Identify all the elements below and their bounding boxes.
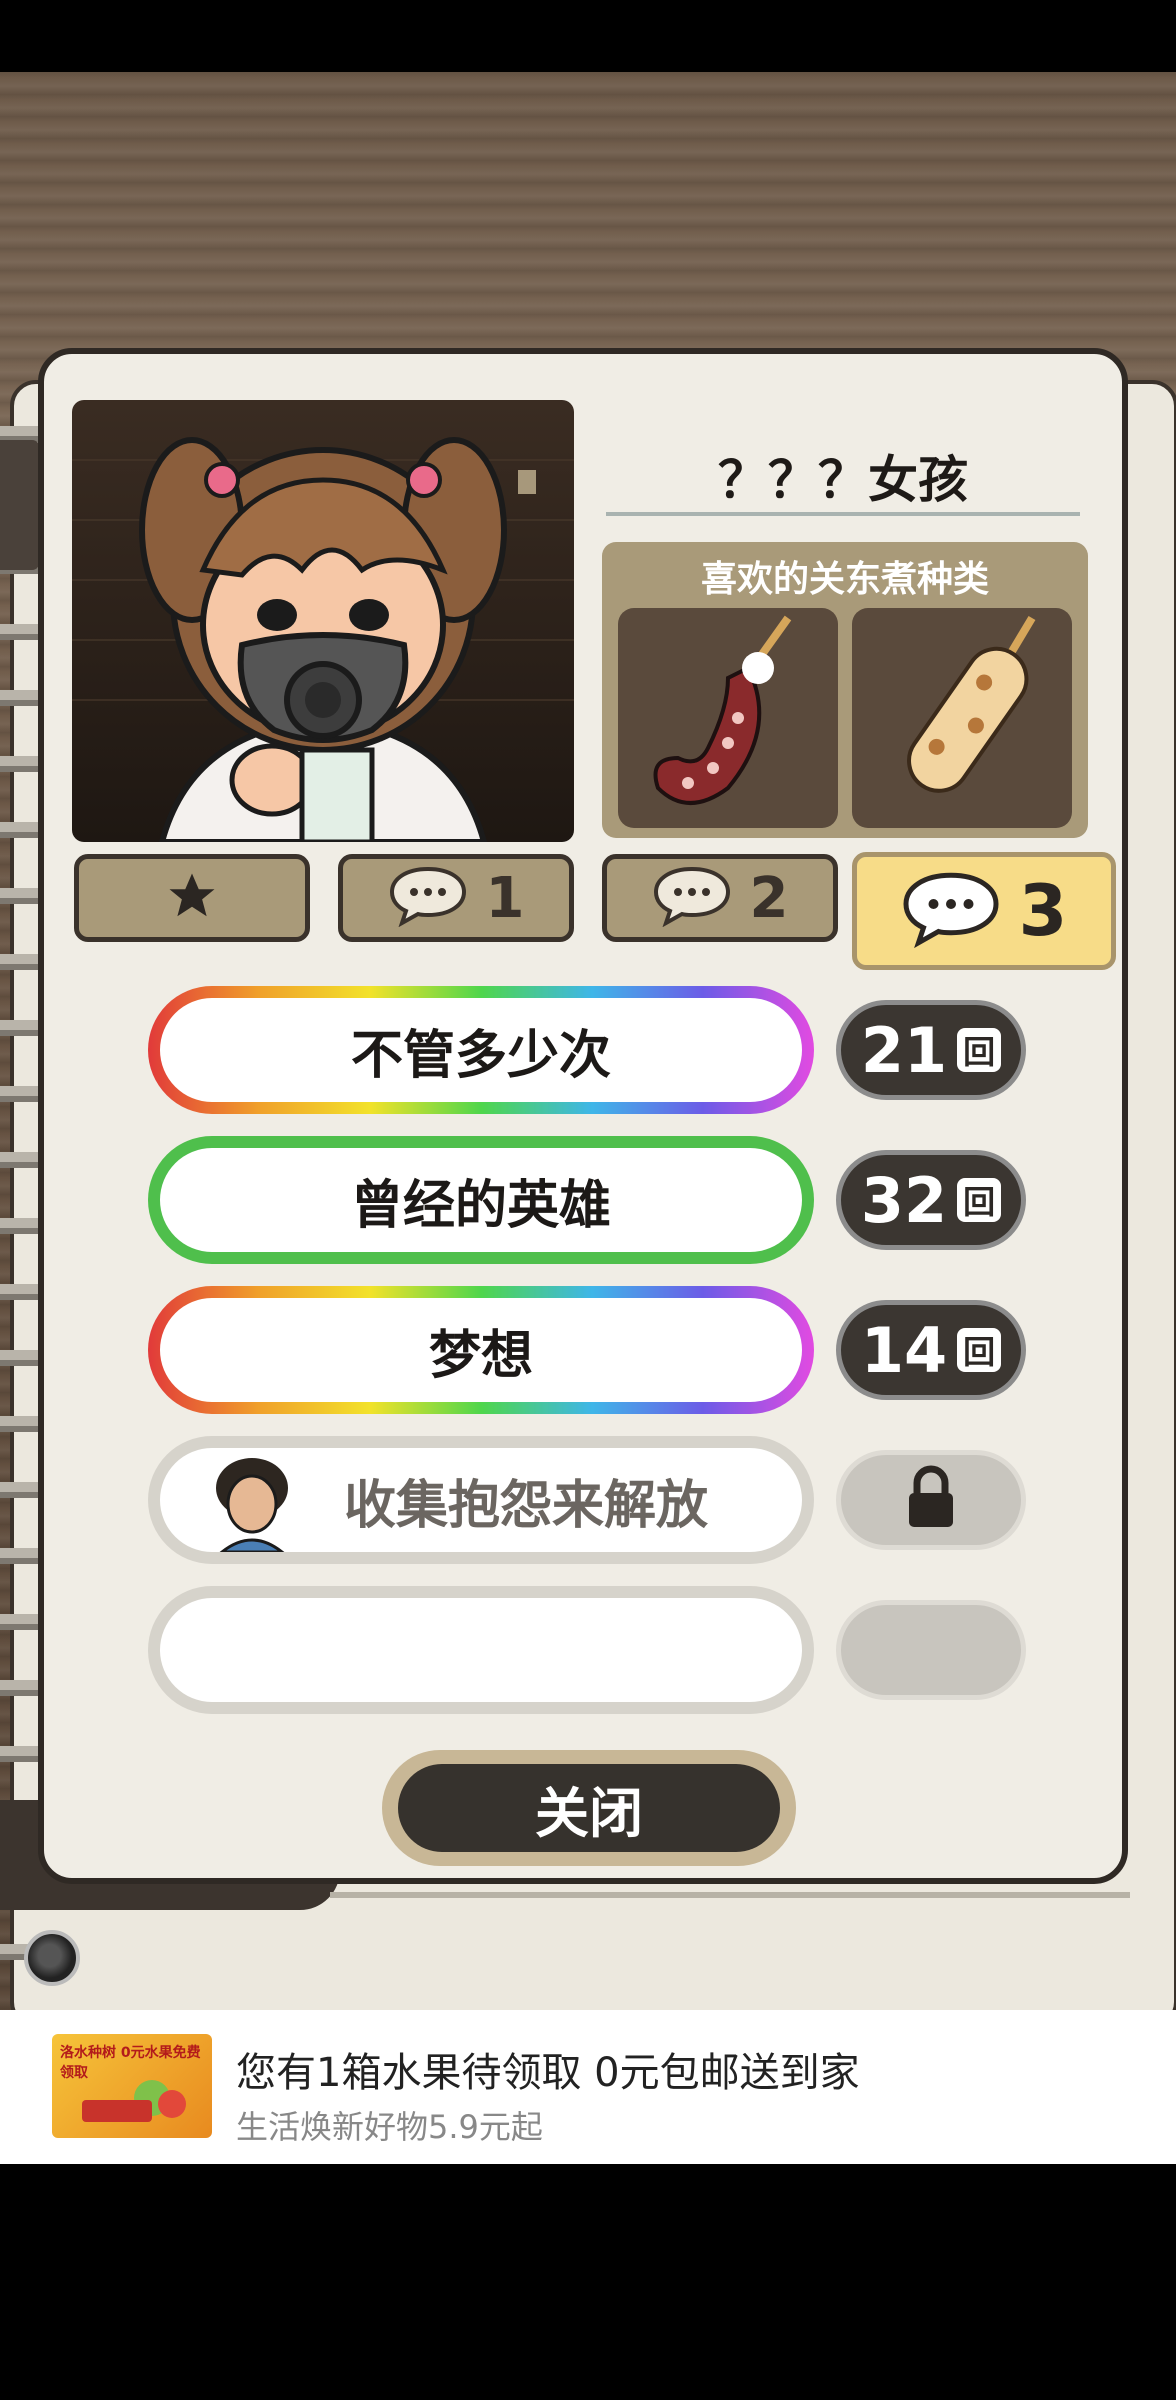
count-unit: 回	[957, 1028, 1002, 1072]
tab-episode-3[interactable]: 3	[852, 852, 1116, 970]
character-name: ？？？女孩	[718, 451, 968, 509]
count-number: 14	[860, 1313, 948, 1387]
count-number: 32	[860, 1163, 948, 1237]
tab-label: 3	[1018, 870, 1068, 952]
navigation-bar-area	[0, 2164, 1176, 2400]
story-title: 曾经的英雄	[350, 1175, 611, 1236]
tab-label: 1	[485, 865, 525, 931]
octopus-skewer-icon	[618, 608, 838, 828]
ad-thumbnail[interactable]: 洛水种树 0元水果免费领取	[52, 2034, 212, 2138]
fish-cake-skewer-icon	[852, 608, 1072, 828]
story-title: 收集抱怨来解放	[343, 1475, 708, 1536]
favorite-oden-panel: 喜欢的关东煮种类	[602, 542, 1088, 838]
ad-title[interactable]: 您有1箱水果待领取 0元包邮送到家	[236, 2040, 860, 2098]
close-button[interactable]: 关闭	[382, 1750, 796, 1866]
count-unit: 回	[957, 1328, 1002, 1372]
lock-icon	[903, 1465, 959, 1535]
story-title: 梦想	[428, 1325, 533, 1386]
story-item-1[interactable]: 不管多少次	[148, 986, 814, 1114]
favorite-oden-title: 喜欢的关东煮种类	[700, 559, 989, 600]
divider	[330, 1892, 1130, 1898]
count-number: 21	[860, 1013, 948, 1087]
character-portrait	[72, 400, 574, 842]
story-item-locked-hint[interactable]: 收集抱怨来解放	[148, 1436, 814, 1564]
complainer-avatar	[204, 1452, 300, 1556]
close-button-label: 关闭	[535, 1781, 643, 1845]
status-bar	[0, 0, 1176, 72]
story-item-empty	[148, 1586, 814, 1714]
speech-bubble-icon	[901, 870, 1001, 952]
tab-profile[interactable]	[74, 854, 310, 942]
ad-subtitle: 生活焕新好物5.9元起	[236, 2108, 543, 2146]
speech-bubble-icon	[388, 865, 468, 931]
ring-knob	[24, 1930, 80, 1986]
story-item-2[interactable]: 曾经的英雄	[148, 1136, 814, 1264]
star-icon	[165, 869, 219, 927]
ad-banner[interactable]: 洛水种树 0元水果免费领取 您有1箱水果待领取 0元包邮送到家 生活焕新好物5.…	[0, 2010, 1176, 2164]
story-item-3[interactable]: 梦想	[148, 1286, 814, 1414]
story-count-locked	[836, 1450, 1026, 1550]
story-count-2: 32 回	[836, 1150, 1026, 1250]
story-count-1: 21 回	[836, 1000, 1026, 1100]
story-title: 不管多少次	[350, 1025, 611, 1086]
name-underline	[606, 512, 1080, 516]
story-count-3: 14 回	[836, 1300, 1026, 1400]
count-unit: 回	[957, 1178, 1002, 1222]
tab-label: 2	[749, 865, 789, 931]
speech-bubble-icon	[652, 865, 732, 931]
notebook-side-tab[interactable]	[0, 440, 40, 570]
tab-episode-2[interactable]: 2	[602, 854, 838, 942]
tab-episode-1[interactable]: 1	[338, 854, 574, 942]
story-count-empty	[836, 1600, 1026, 1700]
notebook-spiral	[0, 390, 40, 1990]
